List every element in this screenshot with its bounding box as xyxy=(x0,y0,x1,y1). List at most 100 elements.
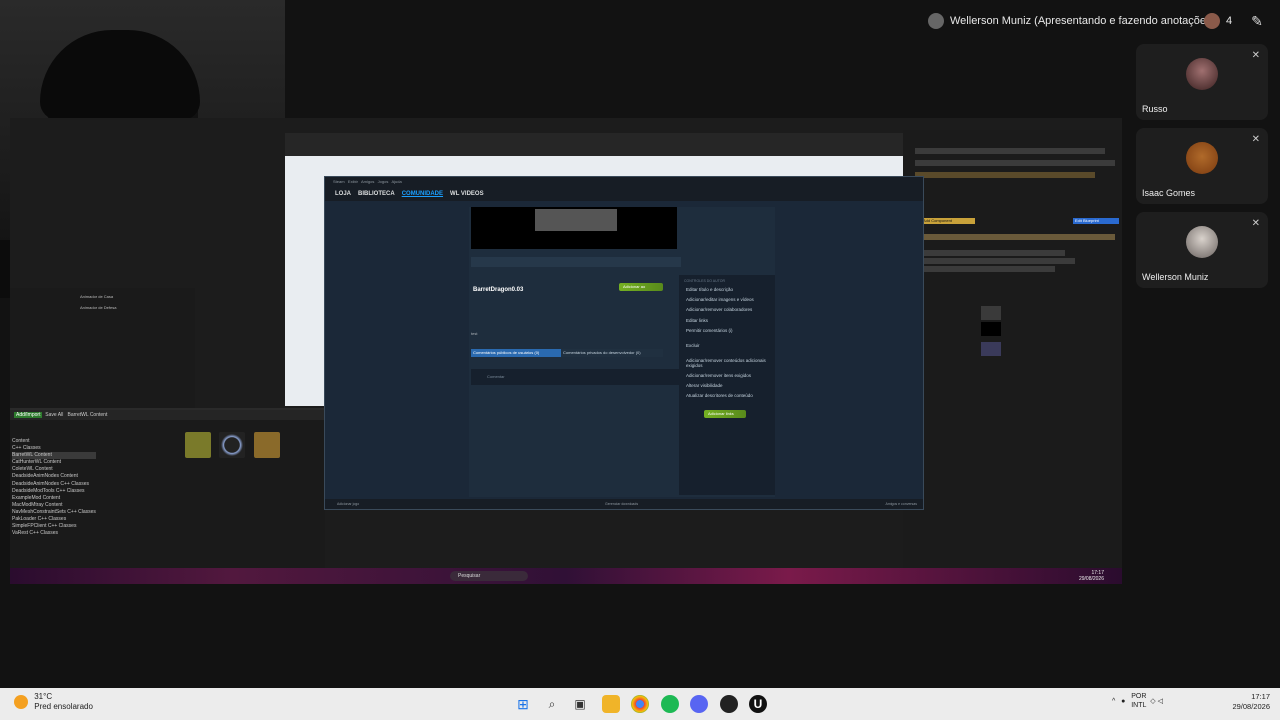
chevron-up-icon[interactable]: ^ xyxy=(1112,698,1115,705)
add-links-button[interactable]: Adicionar links xyxy=(704,410,746,419)
weather-widget[interactable]: 31°C Pred ensolarado xyxy=(14,692,93,712)
save-all-button[interactable]: Save All xyxy=(45,412,63,418)
clock-time: 17:17 xyxy=(1251,692,1270,701)
shared-windows-taskbar: Pesquisar 17:17 29/08/2026 xyxy=(10,568,1122,584)
taskbar-clock[interactable]: 17:17 29/08/2026 xyxy=(1224,692,1270,712)
folder-tree: Content C++ Classes BarretWL Content Cat… xyxy=(12,438,96,537)
nav-wl-videos[interactable]: WL VIDEOS xyxy=(450,191,484,197)
add-component-button[interactable]: Add Component xyxy=(921,218,975,224)
author-control-item[interactable]: Alterar visibilidade xyxy=(686,383,775,388)
add-game-link[interactable]: Adicionar jogo xyxy=(337,502,359,506)
item-title: BarretDragon0.03 xyxy=(473,287,524,293)
texture-slot[interactable] xyxy=(981,322,1001,336)
keyboard-layout: INTL xyxy=(1131,702,1147,709)
discord-icon[interactable] xyxy=(690,695,708,713)
folder-item[interactable]: DeadsideAnimNodes C++ Classes xyxy=(12,481,96,488)
avatar xyxy=(1186,142,1218,174)
task-view-icon[interactable]: ▣ xyxy=(571,695,589,713)
folder-item[interactable]: MacModMtray Content xyxy=(12,502,96,509)
folder-item[interactable]: NavMeshConstraintSets C++ Classes xyxy=(12,509,96,516)
mic-off-icon: ✕ xyxy=(1251,50,1260,61)
weather-text: Pred ensolarado xyxy=(34,702,93,711)
folder-item[interactable]: DeadsideModTools C++ Classes xyxy=(12,488,96,495)
nav-biblioteca[interactable]: BIBLIOTECA xyxy=(358,191,395,197)
folder-item[interactable]: SimpleFPClient C++ Classes xyxy=(12,523,96,530)
unreal-left-panel: Animador de Casa Animador de Defesa xyxy=(10,288,195,408)
left-panel-row: Animador de Defesa xyxy=(80,305,117,310)
nav-comunidade[interactable]: COMUNIDADE xyxy=(402,191,443,197)
author-control-item[interactable]: Adicionar/remover colaboradores xyxy=(686,307,775,312)
clock-date: 29/08/2026 xyxy=(1232,702,1270,711)
participants-button[interactable]: 4 xyxy=(1204,10,1232,32)
folder-item[interactable]: PakLoader C++ Classes xyxy=(12,516,96,523)
people-icon xyxy=(1204,13,1220,29)
author-control-item[interactable]: Atualizar descritores de conteúdo xyxy=(686,393,775,398)
folder-item[interactable]: C++ Classes xyxy=(12,445,96,452)
author-control-item[interactable]: Excluir xyxy=(686,343,775,348)
chrome-icon[interactable] xyxy=(631,695,649,713)
preview-image xyxy=(471,207,677,249)
friends-chat-link[interactable]: Amigos e conversas xyxy=(885,499,917,509)
spotify-icon[interactable] xyxy=(661,695,679,713)
steam-nav: LOJA BIBLIOTECA COMUNIDADE WL VIDEOS xyxy=(325,187,923,201)
asset-thumbnail[interactable] xyxy=(253,432,280,458)
downloads-link[interactable]: Gerenciar downloads xyxy=(605,499,638,509)
system-tray[interactable]: ^ ● POR INTL ◇ ◁ xyxy=(1112,692,1163,710)
folder-item[interactable]: ColeteWL Content xyxy=(12,466,96,473)
folder-item[interactable]: DeadsideAnimNodes Content xyxy=(12,473,96,480)
author-control-item[interactable]: Editar título e descrição xyxy=(686,287,775,292)
folder-item[interactable]: ExampleMod Content xyxy=(12,495,96,502)
add-to-collection-button[interactable]: Adicionar ao xyxy=(619,283,663,291)
search-icon[interactable]: ⌕ xyxy=(543,695,561,713)
tab-private-comments[interactable]: Comentários privados do desenvolvedor (0… xyxy=(561,349,663,357)
folder-item[interactable]: CatHunterWL Content xyxy=(12,459,96,466)
file-explorer-icon[interactable] xyxy=(602,695,620,713)
language-indicator: POR xyxy=(1131,693,1147,700)
avatar xyxy=(1186,226,1218,258)
author-control-item[interactable]: Adicionar/remover itens exigidos xyxy=(686,373,775,378)
folder-item[interactable]: BarretWL Content xyxy=(12,452,96,460)
author-controls-caption: CONTROLES DO AUTOR xyxy=(684,279,725,283)
tab-public-comments[interactable]: Comentários públicos de usuários (0) xyxy=(471,349,561,357)
author-control-item[interactable]: Editar links xyxy=(686,318,775,323)
participant-tile-isaac[interactable]: ✕ Isaac Gomes xyxy=(1136,128,1268,204)
avatar xyxy=(1186,58,1218,90)
temperature: 31°C xyxy=(34,692,53,701)
annotate-pen-icon[interactable]: ✎ xyxy=(1248,12,1266,30)
author-control-item[interactable]: Permitir comentários (i) xyxy=(686,328,775,333)
add-import-button[interactable]: Add/Import xyxy=(14,412,43,418)
texture-slot[interactable] xyxy=(981,342,1001,356)
presenter-avatar xyxy=(928,13,944,29)
volume-icon[interactable]: ◁ xyxy=(1158,698,1163,705)
folder-item[interactable]: VaRest C++ Classes xyxy=(12,530,96,537)
unreal-engine-icon[interactable]: U xyxy=(749,695,767,713)
steam-icon[interactable] xyxy=(720,695,738,713)
participant-name: Wellerson Muniz xyxy=(1142,272,1209,282)
edit-blueprint-button[interactable]: Edit Blueprint xyxy=(1073,218,1119,224)
asset-thumbnail[interactable] xyxy=(219,432,246,458)
author-control-item[interactable]: Adicionar/editar imagens e vídeos xyxy=(686,297,775,302)
texture-slot[interactable] xyxy=(981,306,1001,320)
shared-screen: Animador de Casa Animador de Defesa Add/… xyxy=(10,118,1122,584)
content-browser: Add/Import Save All BarretWL Content Con… xyxy=(10,408,325,570)
participant-tile-wellerson[interactable]: ✕ Wellerson Muniz xyxy=(1136,212,1268,288)
unreal-details-panel: Add Component Edit Blueprint xyxy=(903,130,1122,570)
author-controls: CONTROLES DO AUTOR Editar título e descr… xyxy=(679,275,775,495)
mic-icon[interactable]: ● xyxy=(1121,698,1125,705)
presenter-chip[interactable]: Wellerson Muniz (Apresentando e fazendo … xyxy=(928,10,1215,32)
author-control-item[interactable]: Adicionar/remover conteúdos adicionais e… xyxy=(686,358,766,368)
network-icon[interactable]: ◇ xyxy=(1150,698,1155,705)
comment-input[interactable]: Comentar xyxy=(471,369,693,385)
nav-loja[interactable]: LOJA xyxy=(335,191,351,197)
folder-item[interactable]: Content xyxy=(12,438,96,445)
asset-thumbnail[interactable] xyxy=(185,432,211,458)
participant-tile-russo[interactable]: ✕ Russo xyxy=(1136,44,1268,120)
windows-start-icon[interactable]: ⊞ xyxy=(514,695,532,713)
participant-name: Russo xyxy=(1142,104,1168,114)
mic-off-icon: ✕ xyxy=(1251,134,1260,145)
mic-off-icon: ✕ xyxy=(1251,218,1260,229)
item-actions-bar xyxy=(471,257,681,267)
taskbar-search: Pesquisar xyxy=(450,571,528,581)
steam-menubar: Steam Exibir Amigos Jogos Ajuda xyxy=(325,177,923,187)
steam-window: Steam Exibir Amigos Jogos Ajuda LOJA BIB… xyxy=(324,176,924,510)
